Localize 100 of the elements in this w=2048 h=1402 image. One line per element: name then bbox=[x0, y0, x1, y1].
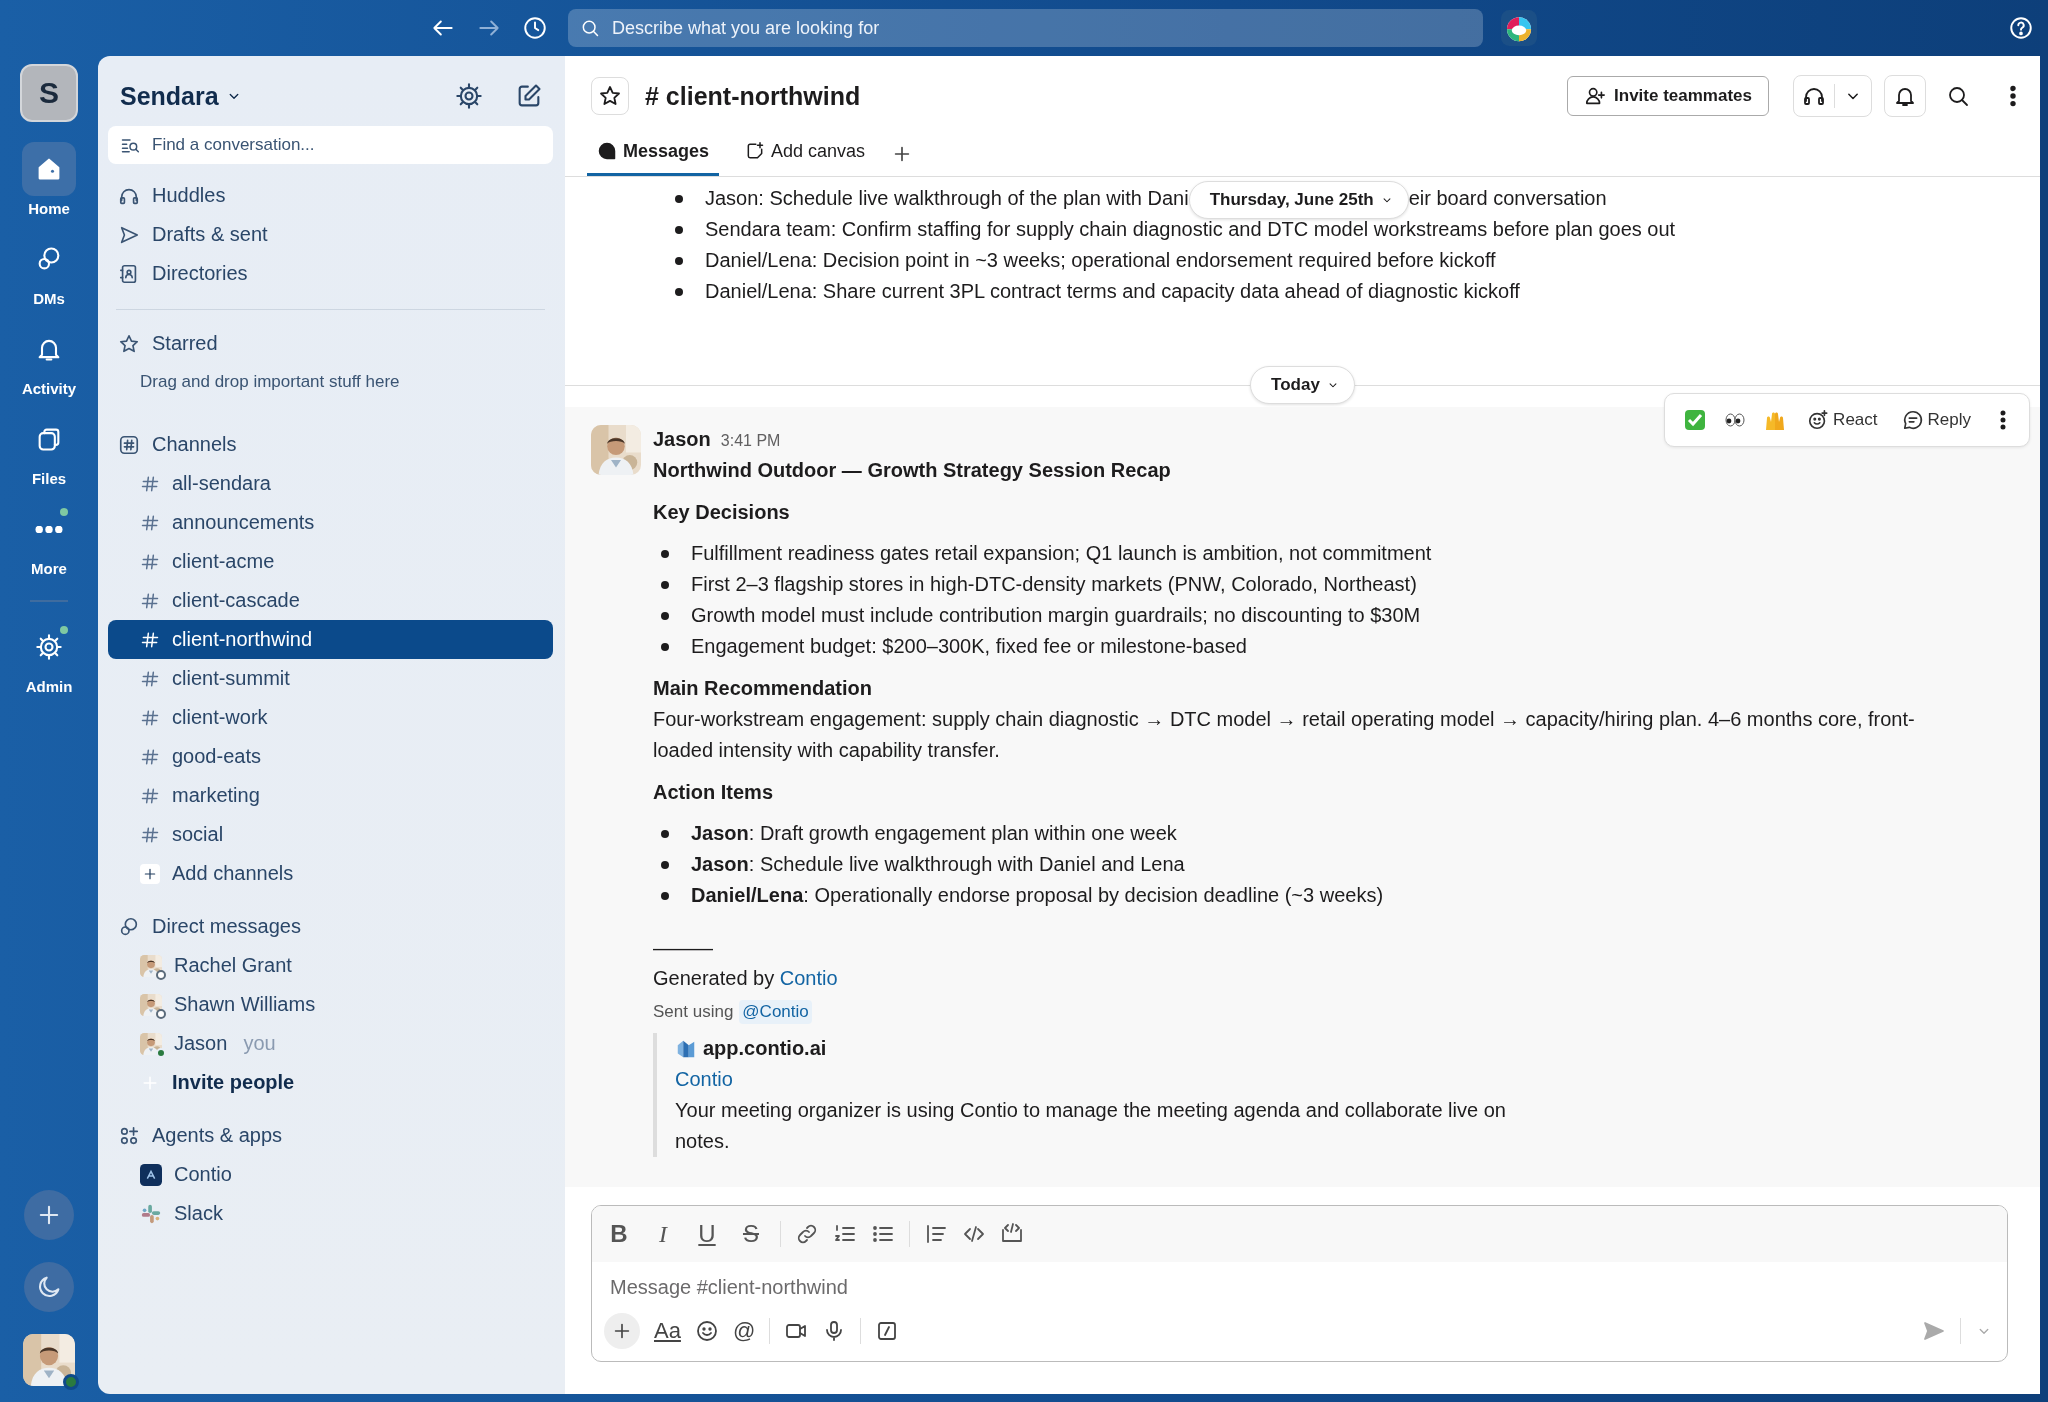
app-item[interactable]: Slack bbox=[108, 1194, 553, 1233]
format-button[interactable]: S bbox=[736, 1220, 766, 1248]
rail-tab[interactable]: Files bbox=[22, 412, 76, 487]
channel-item[interactable]: marketing bbox=[108, 776, 553, 815]
message-text: Growth model must include contribution margin guardrails; no discounting to $30M bbox=[691, 603, 1421, 628]
workspace-name[interactable]: Sendara bbox=[120, 81, 219, 111]
notifications-button[interactable] bbox=[1884, 75, 1926, 117]
message-text: Daniel/Lena: Operationally endorse proposal by decision deadline (~3 weeks) bbox=[691, 883, 1384, 908]
bullet bbox=[675, 256, 683, 265]
message-composer[interactable]: B I U S Message #client-northwind Aa @ bbox=[591, 1205, 2008, 1362]
formatting-button[interactable]: Aa bbox=[654, 1318, 681, 1344]
workspace-button[interactable]: S bbox=[20, 64, 78, 122]
author-name[interactable]: Jason bbox=[653, 425, 711, 453]
timestamp[interactable]: 3:41 PM bbox=[720, 427, 781, 455]
date-pill-button[interactable]: Thursday, June 25th bbox=[1188, 180, 1409, 219]
hint-text: Drag and drop important stuff here bbox=[139, 371, 401, 393]
channel-item[interactable]: client-summit bbox=[108, 659, 553, 698]
separator-text: ——— bbox=[653, 936, 714, 961]
search-icon bbox=[580, 18, 600, 38]
link[interactable]: Contio bbox=[675, 1064, 1953, 1095]
tab[interactable]: Add canvas bbox=[735, 129, 876, 176]
message-text: Sendara team: Confirm staffing for supply chain diagnostic and DTC model workstreams before plan goes out bbox=[705, 217, 1676, 242]
react-button[interactable]: React bbox=[1803, 409, 1882, 431]
star-icon bbox=[118, 332, 140, 355]
rail-tab[interactable]: Admin bbox=[22, 620, 76, 695]
rail-tab[interactable]: More bbox=[22, 502, 76, 577]
search-icon bbox=[1946, 84, 1970, 108]
emoji-icon[interactable] bbox=[694, 1319, 719, 1343]
channel-title: # client-northwind bbox=[645, 81, 861, 111]
message-text: Engagement budget: $200–300K, fixed fee or milestone-based bbox=[691, 634, 1247, 659]
app-icon[interactable] bbox=[1501, 10, 1537, 46]
speech-bubble-icon bbox=[1901, 409, 1924, 431]
section-header[interactable]: Channels bbox=[108, 425, 553, 464]
rail-tab[interactable]: Activity bbox=[21, 322, 77, 397]
format-button[interactable]: U bbox=[692, 1220, 722, 1248]
message-text: Jason: Schedule live walkthrough of the plan with Dani bbox=[705, 186, 1189, 211]
pinwheel-icon bbox=[140, 1202, 162, 1225]
add-workspace-button[interactable] bbox=[24, 1190, 74, 1240]
section-heading: Key Decisions bbox=[653, 500, 791, 525]
section-header[interactable]: Starred bbox=[108, 324, 553, 363]
notification-dot bbox=[60, 626, 68, 634]
bullet bbox=[675, 287, 683, 296]
channel-item[interactable]: good-eats bbox=[108, 737, 553, 776]
message-text: First 2–3 flagship stores in high-DTC-density markets (PNW, Colorado, Northeast) bbox=[691, 572, 1417, 597]
history-icon[interactable] bbox=[522, 15, 548, 41]
section-heading: Action Items bbox=[653, 780, 775, 805]
rail-tab[interactable]: DMs bbox=[22, 232, 76, 307]
settings-icon[interactable] bbox=[455, 82, 483, 110]
sidebar-item[interactable]: Drafts & sent bbox=[108, 215, 553, 254]
theme-toggle-button[interactable] bbox=[24, 1262, 74, 1312]
canvas-icon bbox=[745, 141, 766, 161]
app-item[interactable]: Contio bbox=[108, 1155, 553, 1194]
attach-button[interactable] bbox=[604, 1313, 640, 1349]
section-header[interactable]: Agents & apps bbox=[108, 1116, 553, 1155]
mention-button[interactable]: @ bbox=[732, 1318, 756, 1344]
message-text: Four-workstream engagement: supply chain diagnostic → DTC model → retail operating model → capacity/hiring plan. 4–6 months core, front-loaded intensity with capability transfer. bbox=[653, 707, 1916, 763]
search-input[interactable]: Find a conversation... bbox=[150, 134, 541, 156]
add-channels-button[interactable]: Add channels bbox=[108, 854, 553, 893]
huddle-button[interactable] bbox=[1793, 75, 1872, 117]
search-input[interactable]: Describe what you are looking for bbox=[610, 16, 1471, 40]
sidebar-item[interactable]: Directories bbox=[108, 254, 553, 293]
dm-item[interactable]: Rachel Grant bbox=[108, 946, 553, 985]
star-button[interactable] bbox=[591, 77, 629, 115]
app-icon bbox=[140, 1163, 162, 1186]
bullet bbox=[661, 549, 669, 558]
channel-item[interactable]: social bbox=[108, 815, 553, 854]
date-divider-button[interactable]: Today bbox=[1250, 366, 1355, 404]
help-icon[interactable] bbox=[2008, 15, 2034, 41]
channels-icon bbox=[118, 433, 140, 456]
search-field[interactable]: Describe what you are looking for bbox=[568, 9, 1483, 47]
mention[interactable]: @Contio bbox=[739, 999, 812, 1024]
bullet bbox=[661, 611, 669, 620]
search-field[interactable]: Find a conversation... bbox=[108, 126, 553, 164]
bullet bbox=[675, 225, 683, 234]
channel-item[interactable]: client-acme bbox=[108, 542, 553, 581]
tab[interactable]: Messages bbox=[587, 129, 720, 176]
channel-item[interactable]: client-cascade bbox=[108, 581, 553, 620]
channel-item[interactable]: all-sendara bbox=[108, 464, 553, 503]
link[interactable]: Contio bbox=[779, 967, 838, 989]
reply-button[interactable]: Reply bbox=[1897, 409, 1975, 431]
format-button[interactable]: I bbox=[648, 1220, 678, 1248]
dm-item[interactable]: Jason you bbox=[108, 1024, 553, 1063]
section-header[interactable]: Direct messages bbox=[108, 907, 553, 946]
message-text: Generated by Contio bbox=[653, 966, 839, 991]
sidebar-item[interactable]: Huddles bbox=[108, 176, 553, 215]
channel-item[interactable]: client-work bbox=[108, 698, 553, 737]
quote-icon[interactable] bbox=[924, 1222, 948, 1246]
link-icon[interactable] bbox=[795, 1222, 819, 1246]
channel-item[interactable]: announcements bbox=[108, 503, 553, 542]
message-text: eir board conversation bbox=[1408, 186, 1607, 211]
invite-teammates-button[interactable]: Invite teammates bbox=[1567, 76, 1769, 116]
more-icon bbox=[35, 525, 63, 533]
bullet bbox=[661, 860, 669, 869]
invite-people-button[interactable]: Invite people bbox=[108, 1063, 553, 1102]
format-button[interactable]: B bbox=[604, 1220, 634, 1248]
message-text: Jason: Schedule live walkthrough with Daniel and Lena bbox=[691, 852, 1185, 877]
message-text: Jason: Draft growth engagement plan within one week bbox=[691, 821, 1177, 846]
channel-item[interactable]: client-northwind bbox=[108, 620, 553, 659]
dm-item[interactable]: Shawn Williams bbox=[108, 985, 553, 1024]
checkmark-icon[interactable] bbox=[1683, 408, 1708, 432]
